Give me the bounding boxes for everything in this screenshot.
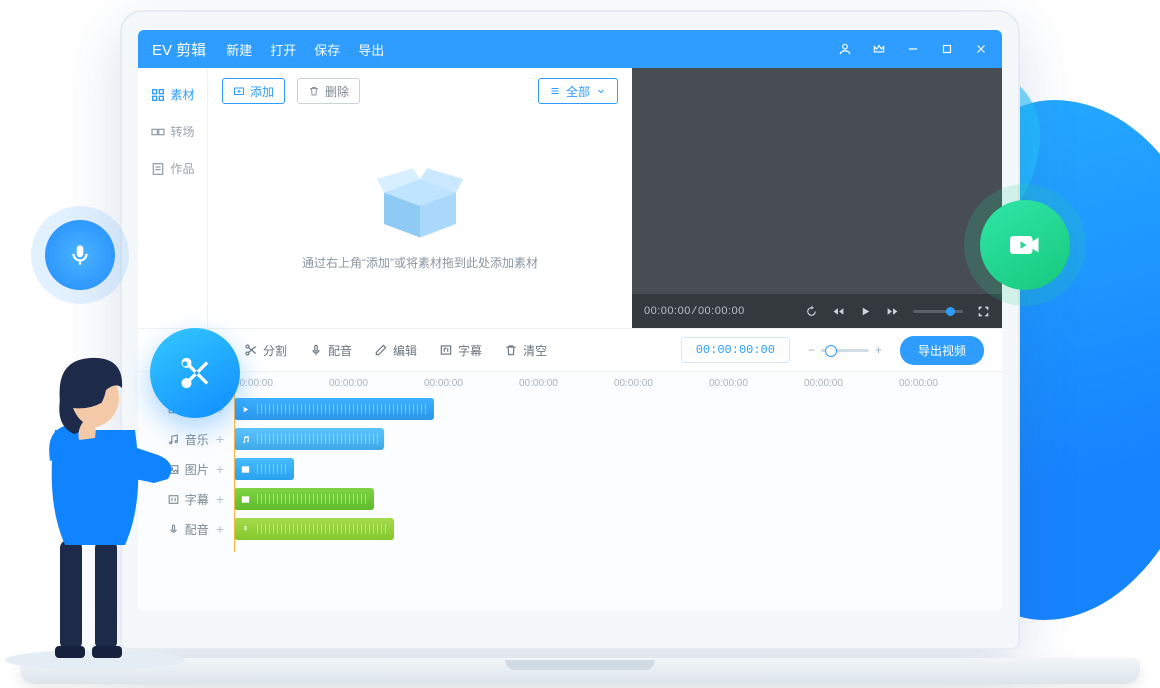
- tool-dub[interactable]: 配音: [309, 342, 352, 359]
- tool-clear[interactable]: 清空: [504, 342, 547, 359]
- empty-state: 通过右上角“添加”或将素材拖到此处添加素材: [222, 104, 618, 318]
- side-tabs: 素材 转场 作品: [138, 68, 208, 328]
- tool-edit[interactable]: 编辑: [374, 342, 417, 359]
- close-icon[interactable]: [974, 42, 988, 56]
- add-image-track[interactable]: +: [216, 461, 224, 477]
- chevron-down-icon: [595, 85, 607, 97]
- laptop-frame: EV 剪辑 新建 打开 保存 导出 素材: [120, 10, 1020, 650]
- titlebar: EV 剪辑 新建 打开 保存 导出: [138, 30, 1002, 68]
- delete-asset-label: 删除: [325, 83, 349, 100]
- app-window: EV 剪辑 新建 打开 保存 导出 素材: [138, 30, 1002, 610]
- tab-projects[interactable]: 作品: [138, 150, 207, 187]
- forward-icon[interactable]: [886, 305, 899, 318]
- add-asset-label: 添加: [250, 83, 274, 100]
- fullscreen-icon[interactable]: [977, 305, 990, 318]
- rewind-icon[interactable]: [832, 305, 845, 318]
- add-asset-button[interactable]: 添加: [222, 78, 285, 104]
- clip-video[interactable]: [234, 398, 434, 420]
- time-ruler[interactable]: 00:00:00 00:00:00 00:00:00 00:00:00 00:0…: [234, 376, 1002, 394]
- preview-controls: 00:00:00/00:00:00: [632, 294, 1002, 328]
- clip-image[interactable]: [234, 458, 294, 480]
- main-menu: 新建 打开 保存 导出: [226, 40, 384, 59]
- timeline: 视频+ 音乐+ 图片+ 字幕+ 配音+ 00:00:00 00:00:00 00…: [138, 372, 1002, 610]
- play-icon[interactable]: [859, 305, 872, 318]
- clip-music[interactable]: [234, 428, 384, 450]
- tool-subtitle[interactable]: 字幕: [439, 342, 482, 359]
- filter-button[interactable]: 全部: [538, 78, 618, 104]
- open-box-icon: [365, 152, 475, 242]
- menu-export[interactable]: 导出: [358, 40, 384, 59]
- preview-time: 00:00:00/00:00:00: [644, 305, 745, 318]
- vip-icon[interactable]: [872, 42, 886, 56]
- filter-label: 全部: [566, 83, 590, 100]
- tab-transitions-label: 转场: [170, 123, 194, 140]
- preview-panel: 00:00:00/00:00:00: [632, 68, 1002, 328]
- scissors-badge: [150, 328, 240, 418]
- edit-toolbar: 分割 配音 编辑 字幕 清空 00:00:00:00 −+ 导出视频: [138, 328, 1002, 372]
- volume-slider[interactable]: [913, 310, 963, 313]
- export-video-button[interactable]: 导出视频: [900, 336, 984, 365]
- preview-viewport[interactable]: [632, 68, 1002, 294]
- minimize-icon[interactable]: [906, 42, 920, 56]
- playhead[interactable]: [234, 372, 235, 552]
- maximize-icon[interactable]: [940, 42, 954, 56]
- empty-hint: 通过右上角“添加”或将素材拖到此处添加素材: [302, 254, 538, 271]
- camera-badge: [980, 200, 1070, 290]
- tool-split[interactable]: 分割: [244, 342, 287, 359]
- clip-subtitle[interactable]: [234, 488, 374, 510]
- add-dub-track[interactable]: +: [216, 521, 224, 537]
- app-brand: EV 剪辑: [152, 39, 206, 60]
- tab-assets[interactable]: 素材: [138, 76, 207, 113]
- tab-assets-label: 素材: [170, 86, 194, 103]
- tab-transitions[interactable]: 转场: [138, 113, 207, 150]
- delete-asset-button[interactable]: 删除: [297, 78, 360, 104]
- user-icon[interactable]: [838, 42, 852, 56]
- menu-open[interactable]: 打开: [270, 40, 296, 59]
- tab-projects-label: 作品: [170, 160, 194, 177]
- clip-dub[interactable]: [234, 518, 394, 540]
- menu-save[interactable]: 保存: [314, 40, 340, 59]
- menu-new[interactable]: 新建: [226, 40, 252, 59]
- zoom-slider[interactable]: −+: [808, 343, 882, 357]
- loop-icon[interactable]: [805, 305, 818, 318]
- assets-panel: 添加 删除 全部: [208, 68, 632, 328]
- add-music-track[interactable]: +: [216, 431, 224, 447]
- add-subtitle-track[interactable]: +: [216, 491, 224, 507]
- timecode-display[interactable]: 00:00:00:00: [681, 337, 790, 363]
- mic-badge: [45, 220, 115, 290]
